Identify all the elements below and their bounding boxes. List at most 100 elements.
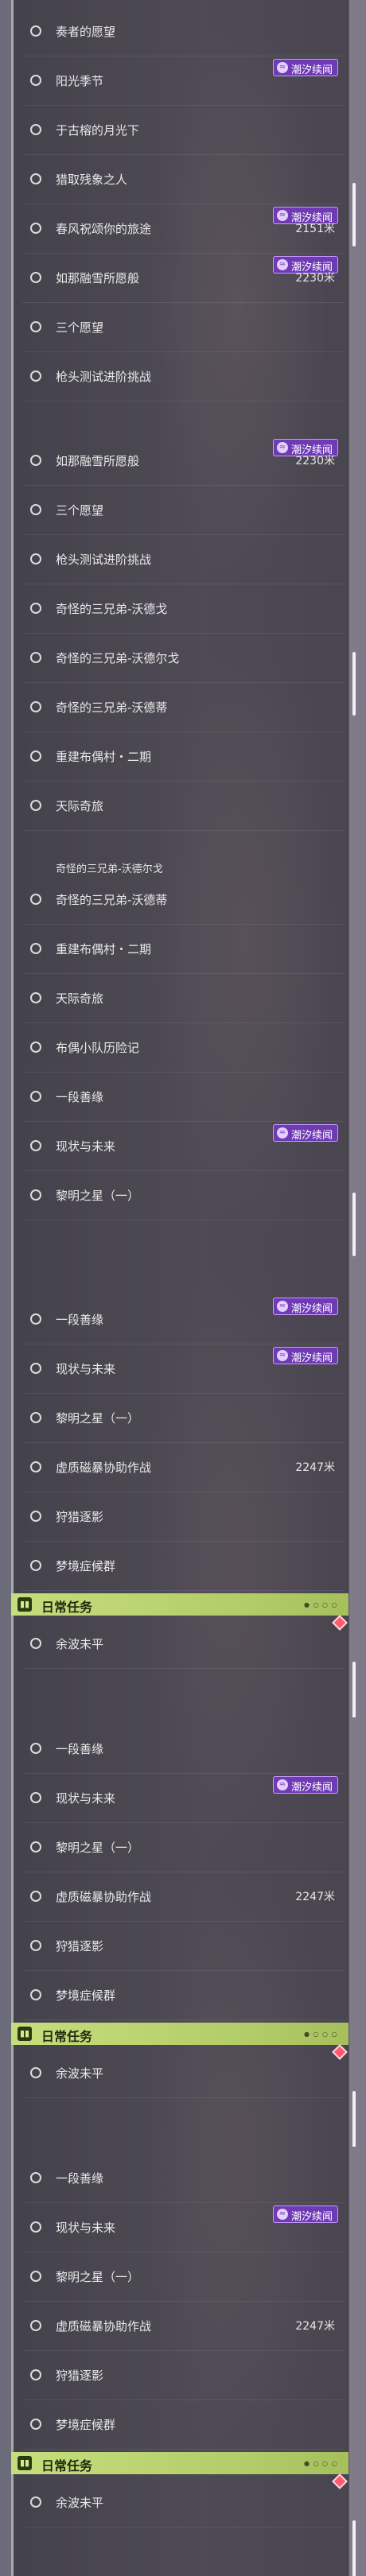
quest-row[interactable]: 一段善缘: [22, 2153, 345, 2203]
quest-row[interactable]: 枪头测试进阶挑战: [22, 351, 345, 402]
quest-status-circle-icon: [30, 1638, 41, 1649]
quest-status-circle-icon: [30, 1189, 41, 1201]
daily-task-row[interactable]: 余波未平: [22, 1619, 345, 1669]
quest-row[interactable]: 狩猎逐影: [22, 2350, 345, 2400]
tide-icon: ≈: [277, 210, 288, 221]
quest-row[interactable]: 一段善缘: [22, 1072, 345, 1122]
quest-row[interactable]: 枪头测试进阶挑战: [22, 534, 345, 584]
book-icon: ▮▮: [18, 2027, 32, 2041]
quest-title: 奇怪的三兄弟-沃德蒂: [56, 893, 168, 907]
scrollbar-thumb[interactable]: [352, 652, 356, 716]
quest-status-circle-icon: [30, 1091, 41, 1102]
scrollbar-thumb[interactable]: [352, 2091, 356, 2147]
quest-row[interactable]: 狩猎逐影: [22, 1921, 345, 1971]
quest-status-circle-icon: [30, 2496, 41, 2508]
quest-row[interactable]: 奇怪的三兄弟-沃德蒂: [22, 682, 345, 732]
tide-news-badge-label: 潮汐续闻: [291, 64, 333, 76]
quest-row[interactable]: 布偶小队历险记: [22, 1022, 345, 1073]
quest-title: 如那融雪所愿般: [56, 454, 140, 468]
quest-status-circle-icon: [30, 223, 41, 234]
quest-status-circle-icon: [30, 1989, 41, 2000]
quest-status-circle-icon: [30, 2271, 41, 2282]
quest-status-circle-icon: [30, 652, 41, 663]
quest-title: 重建布偶村・二期: [56, 942, 152, 956]
panel-accent-rail: [11, 2147, 14, 2576]
quest-row[interactable]: 如那融雪所愿般 ≈ 潮汐续闻 2230米: [22, 253, 345, 303]
quest-row[interactable]: 奇怪的三兄弟-沃德蒂: [22, 875, 345, 925]
scrollbar-thumb[interactable]: [352, 1662, 356, 1717]
quest-status-circle-icon: [30, 272, 41, 283]
quest-title: 重建布偶村・二期: [56, 750, 152, 764]
quest-row[interactable]: 现状与未来 ≈ 潮汐续闻: [22, 1121, 345, 1171]
quest-row[interactable]: 一段善缘: [22, 1724, 345, 1774]
quest-row[interactable]: 黎明之星（一）: [22, 1393, 345, 1443]
quest-row[interactable]: 黎明之星（一）: [22, 1822, 345, 1872]
quest-row[interactable]: 现状与未来 ≈ 潮汐续闻: [22, 2202, 345, 2252]
quest-distance: 2247米: [295, 1461, 335, 1474]
daily-task-row[interactable]: 余波未平: [22, 2477, 345, 2528]
quest-status-circle-icon: [30, 1412, 41, 1423]
quest-row[interactable]: 虚质磁暴协助作战 2247米: [22, 2301, 345, 2351]
scrollbar-thumb[interactable]: [352, 183, 356, 246]
quest-row[interactable]: 三个愿望: [22, 485, 345, 535]
daily-tasks-header[interactable]: ▮▮ 日常任务 ● ○ ○ ○: [11, 1593, 348, 1616]
book-icon: ▮▮: [18, 1597, 32, 1612]
daily-task-title: 余波未平: [56, 2066, 104, 2081]
quest-row[interactable]: 于古榕的月光下: [22, 105, 345, 155]
quest-distance: 2247米: [295, 2320, 335, 2333]
tide-news-badge-label: 潮汐续闻: [291, 1782, 333, 1794]
scrollbar-thumb[interactable]: [352, 1193, 356, 1256]
quest-row[interactable]: 重建布偶村・二期: [22, 731, 345, 782]
quest-row[interactable]: 三个愿望: [22, 302, 345, 352]
quest-row[interactable]: 春风祝颂你的旅途 ≈ 潮汐续闻 2151米: [22, 204, 345, 254]
quest-row[interactable]: 现状与未来 ≈ 潮汐续闻: [22, 1344, 345, 1394]
daily-tasks-header[interactable]: ▮▮ 日常任务 ● ○ ○ ○: [11, 2452, 348, 2474]
daily-tasks-header[interactable]: ▮▮ 日常任务 ● ○ ○ ○: [11, 2023, 348, 2045]
scrollbar-thumb[interactable]: [352, 2520, 356, 2576]
tide-news-badge: ≈ 潮汐续闻: [273, 1298, 338, 1315]
tide-icon: ≈: [277, 442, 288, 453]
quest-row[interactable]: 狩猎逐影: [22, 1492, 345, 1542]
quest-row[interactable]: 重建布偶村・二期: [22, 924, 345, 974]
quest-title: 黎明之星（一）: [56, 1841, 140, 1855]
panel-accent-rail: [11, 1288, 14, 1717]
quest-row[interactable]: 奏者的愿望: [22, 6, 345, 56]
quest-row[interactable]: 梦境症候群: [22, 1541, 345, 1591]
quest-row[interactable]: 黎明之星（一）: [22, 1170, 345, 1220]
quest-status-circle-icon: [30, 455, 41, 466]
book-icon: ▮▮: [18, 2456, 32, 2470]
quest-row[interactable]: 猎取残象之人: [22, 154, 345, 204]
quest-row[interactable]: 黎明之星（一）: [22, 2252, 345, 2302]
quest-row[interactable]: 一段善缘 ≈ 潮汐续闻: [22, 1294, 345, 1344]
quest-status-circle-icon: [30, 751, 41, 762]
quest-row[interactable]: 奇怪的三兄弟-沃德戈: [22, 584, 345, 634]
quest-row[interactable]: 如那融雪所愿般 ≈ 潮汐续闻 2230米: [22, 436, 345, 486]
quest-status-circle-icon: [30, 2172, 41, 2183]
header-decoration: ● ○ ○ ○: [304, 1601, 338, 1608]
quest-row[interactable]: 奇怪的三兄弟-沃德尔戈: [22, 633, 345, 683]
quest-row[interactable]: 梦境症候群: [22, 2399, 345, 2450]
quest-status-circle-icon: [30, 1461, 41, 1472]
tide-news-badge: ≈ 潮汐续闻: [273, 1124, 338, 1142]
quest-row[interactable]: 天际奇旅: [22, 973, 345, 1023]
quest-status-circle-icon: [30, 1140, 41, 1151]
quest-label-cut-off: 奇怪的三兄弟-沃德尔戈: [56, 863, 163, 875]
quest-title: 狩猎逐影: [56, 1939, 104, 1953]
quest-row[interactable]: 阳光季节 ≈ 潮汐续闻: [22, 56, 345, 106]
quest-status-circle-icon: [30, 603, 41, 614]
quest-status-circle-icon: [30, 75, 41, 86]
quest-row[interactable]: 天际奇旅: [22, 781, 345, 831]
daily-task-row[interactable]: 余波未平: [22, 2048, 345, 2098]
quest-row[interactable]: 梦境症候群: [22, 1970, 345, 2020]
quest-status-circle-icon: [30, 800, 41, 811]
quest-status-circle-icon: [30, 2419, 41, 2430]
quest-status-circle-icon: [30, 321, 41, 332]
quest-status-circle-icon: [30, 1891, 41, 1902]
quest-row[interactable]: 现状与未来 ≈ 潮汐续闻: [22, 1773, 345, 1823]
quest-row[interactable]: 虚质磁暴协助作战 2247米: [22, 1872, 345, 1922]
quest-status-circle-icon: [30, 1313, 41, 1325]
quest-status-circle-icon: [30, 553, 41, 564]
tide-icon: ≈: [277, 62, 288, 73]
quest-status-circle-icon: [30, 2221, 41, 2233]
quest-row[interactable]: 虚质磁暴协助作战 2247米: [22, 1442, 345, 1492]
